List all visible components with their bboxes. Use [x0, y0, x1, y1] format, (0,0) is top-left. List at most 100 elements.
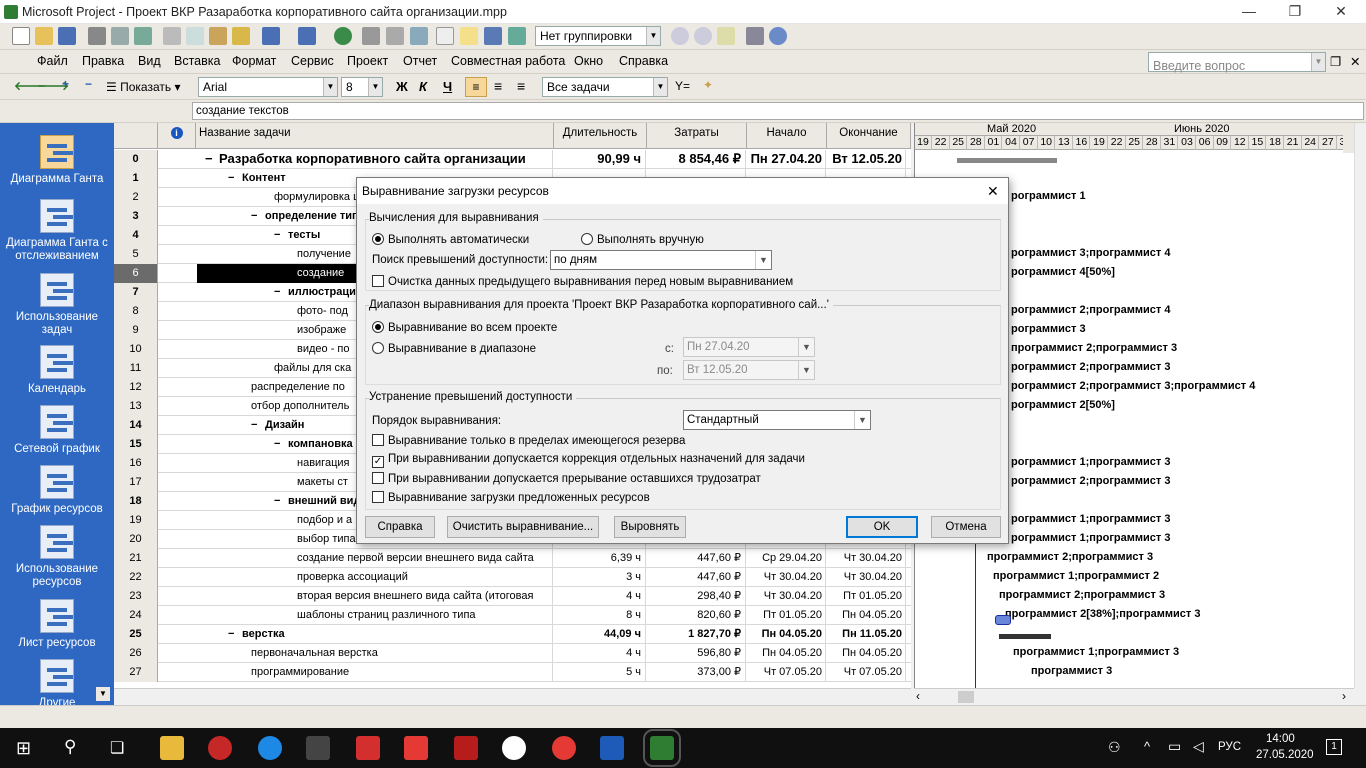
sidebar-scroll-down[interactable]: ▼: [96, 687, 110, 701]
publish-icon[interactable]: [508, 27, 526, 45]
print-icon[interactable]: [88, 27, 106, 45]
windows-start-icon[interactable]: ⊞: [16, 738, 31, 759]
task-view-icon[interactable]: ❏: [110, 738, 124, 758]
search-icon[interactable]: ⚲: [64, 737, 76, 757]
duration-cell[interactable]: 5 ч: [554, 663, 646, 682]
cost-cell[interactable]: 447,60 ₽: [647, 568, 746, 587]
view-network-diagram[interactable]: Сетевой график: [0, 405, 114, 456]
paste-icon[interactable]: [209, 27, 227, 45]
proposed-resources-checkbox[interactable]: Выравнивание загрузки предложенных ресур…: [372, 491, 650, 504]
task-name-cell[interactable]: шаблоны страниц различного типа: [197, 606, 553, 625]
finish-cell[interactable]: Пн 11.05.20: [827, 625, 906, 644]
range-radio[interactable]: Выравнивание в диапазоне: [372, 342, 536, 355]
finish-cell[interactable]: Чт 07.05.20: [827, 663, 906, 682]
table-row[interactable]: 27 программирование 5 ч 373,00 ₽ Чт 07.05.20…: [114, 663, 911, 682]
scroll-left-arrow[interactable]: ‹: [916, 689, 920, 703]
filter-combo[interactable]: Все задачи ▼: [542, 77, 668, 97]
menu-collaborate[interactable]: Совместная работа: [451, 54, 565, 68]
table-row[interactable]: 26 первоначальная верстка 4 ч 596,80 ₽ Пн 04…: [114, 644, 911, 663]
globe-icon[interactable]: [334, 27, 352, 45]
adjust-assignments-checkbox[interactable]: ✓ При выравнивании допускается коррекция …: [372, 453, 805, 468]
cost-cell[interactable]: 298,40 ₽: [647, 587, 746, 606]
manual-radio[interactable]: Выполнять вручную: [581, 233, 704, 246]
italic-button[interactable]: К: [419, 79, 427, 94]
view-gantt-chart[interactable]: Диаграмма Ганта: [0, 135, 114, 186]
cost-cell[interactable]: 1 827,70 ₽: [647, 625, 746, 644]
split-icon[interactable]: [410, 27, 428, 45]
minus-icon[interactable]: −: [85, 77, 92, 91]
gantt-vscroll[interactable]: [1354, 123, 1366, 688]
start-cell[interactable]: Пн 04.05.20: [747, 644, 826, 663]
task-info-icon[interactable]: [436, 27, 454, 45]
tray-chevron-icon[interactable]: ^: [1144, 739, 1150, 754]
finish-cell[interactable]: Вт 12.05.20: [827, 150, 906, 169]
task-name-cell[interactable]: программирование: [197, 663, 553, 682]
duration-cell[interactable]: 90,99 ч: [554, 150, 646, 169]
menu-insert[interactable]: Вставка: [174, 54, 220, 68]
cost-cell[interactable]: 596,80 ₽: [647, 644, 746, 663]
underline-button[interactable]: Ч: [443, 79, 452, 94]
scroll-thumb[interactable]: [958, 691, 974, 703]
zoom-out-icon[interactable]: [694, 27, 712, 45]
start-cell[interactable]: Пн 27.04.20: [747, 150, 826, 169]
start-cell[interactable]: Пт 01.05.20: [747, 606, 826, 625]
close-button[interactable]: ✕: [1318, 0, 1364, 24]
copy-icon[interactable]: [186, 27, 204, 45]
collapse-icon[interactable]: −: [205, 150, 214, 168]
cost-cell[interactable]: 447,60 ₽: [647, 549, 746, 568]
minimize-button[interactable]: —: [1226, 0, 1272, 24]
header-start[interactable]: Начало: [747, 123, 827, 149]
menu-report[interactable]: Отчет: [403, 54, 437, 68]
notification-icon[interactable]: 1: [1326, 739, 1342, 755]
table-row[interactable]: 22 проверка ассоциаций 3 ч 447,60 ₽ Чт 30.04…: [114, 568, 911, 587]
ok-button[interactable]: OK: [846, 516, 918, 538]
people-icon[interactable]: ⚇: [1108, 739, 1121, 756]
font-combo[interactable]: Arial ▼: [198, 77, 338, 97]
collapse-icon[interactable]: −: [274, 435, 283, 453]
unlink-icon[interactable]: [386, 27, 404, 45]
font-size-combo[interactable]: 8 ▼: [341, 77, 383, 97]
start-cell[interactable]: Чт 30.04.20: [747, 568, 826, 587]
collapse-icon[interactable]: −: [274, 492, 283, 510]
spelling-icon[interactable]: [134, 27, 152, 45]
header-duration[interactable]: Длительность: [554, 123, 647, 149]
view-task-usage[interactable]: Использование задач: [0, 273, 114, 337]
wizard-icon[interactable]: [769, 27, 787, 45]
gantt-hscroll[interactable]: ‹ ›: [914, 688, 1354, 705]
game-icon[interactable]: [454, 736, 478, 760]
split-work-checkbox[interactable]: При выравнивании допускается прерывание …: [372, 472, 761, 485]
header-cost[interactable]: Затраты: [647, 123, 747, 149]
clock-date[interactable]: 27.05.2020: [1256, 749, 1314, 761]
menu-tools[interactable]: Сервис: [291, 54, 334, 68]
dialog-close-icon[interactable]: ✕: [987, 178, 999, 204]
table-hscroll[interactable]: [114, 688, 911, 705]
to-date-combo[interactable]: Вт 12.05.20 ▼: [683, 360, 815, 380]
network-icon[interactable]: ▭: [1168, 738, 1181, 755]
yandex-icon[interactable]: [404, 736, 428, 760]
restore-button[interactable]: ❐: [1272, 0, 1318, 24]
auto-radio[interactable]: Выполнять автоматически: [372, 233, 529, 246]
undo-icon[interactable]: [262, 27, 280, 45]
cost-cell[interactable]: 373,00 ₽: [647, 663, 746, 682]
media-app-icon[interactable]: [208, 736, 232, 760]
copy-picture-icon[interactable]: [746, 27, 764, 45]
view-tracking-gantt[interactable]: Диаграмма Ганта с отслеживанием: [0, 199, 114, 263]
duration-cell[interactable]: 6,39 ч: [554, 549, 646, 568]
table-row[interactable]: 21 создание первой версии внешнего вида с…: [114, 549, 911, 568]
window-restore-icon[interactable]: ❐: [1330, 54, 1341, 69]
table-row[interactable]: 0 − Разработка корпоративного сайта органи…: [114, 150, 911, 169]
collapse-icon[interactable]: −: [274, 226, 283, 244]
duration-cell[interactable]: 3 ч: [554, 568, 646, 587]
align-left-button[interactable]: ≡: [465, 77, 487, 97]
view-resource-graph[interactable]: График ресурсов: [0, 465, 114, 516]
edge-icon[interactable]: [258, 736, 282, 760]
whole-project-radio[interactable]: Выравнивание во всем проекте: [372, 321, 557, 334]
scroll-right-arrow[interactable]: ›: [1342, 689, 1346, 703]
finish-cell[interactable]: Пн 04.05.20: [827, 606, 906, 625]
project-icon[interactable]: [643, 729, 681, 767]
start-cell[interactable]: Ср 29.04.20: [747, 549, 826, 568]
duration-cell[interactable]: 44,09 ч: [554, 625, 646, 644]
entry-field[interactable]: создание текстов: [192, 102, 1364, 120]
duration-cell[interactable]: 4 ч: [554, 644, 646, 663]
collapse-icon[interactable]: −: [251, 207, 260, 225]
